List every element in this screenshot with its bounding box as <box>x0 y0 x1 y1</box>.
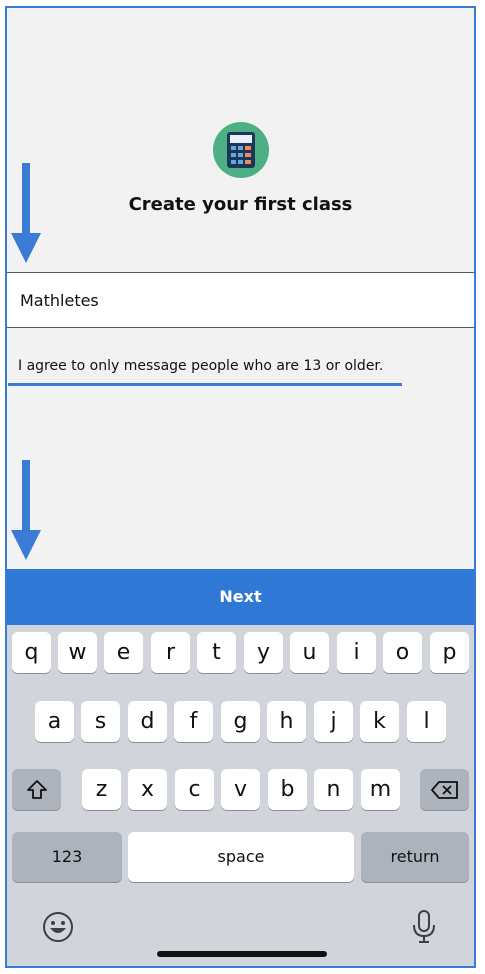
key-q[interactable]: q <box>12 632 51 673</box>
down-arrow-icon <box>11 460 41 560</box>
key-v[interactable]: v <box>221 769 260 810</box>
home-indicator[interactable] <box>157 951 327 957</box>
key-l[interactable]: l <box>407 701 446 742</box>
key-g[interactable]: g <box>221 701 260 742</box>
calculator-logo <box>213 122 269 178</box>
agreement-underline <box>8 383 402 386</box>
calculator-icon <box>227 132 255 168</box>
key-s[interactable]: s <box>81 701 120 742</box>
key-t[interactable]: t <box>197 632 236 673</box>
numbers-key[interactable]: 123 <box>12 832 122 882</box>
keyboard: q w e r t y u i o p a s d f g h j k l z … <box>7 625 474 966</box>
backspace-icon <box>430 781 458 799</box>
delete-key[interactable] <box>420 769 469 810</box>
class-name-input[interactable]: Mathletes <box>7 272 474 328</box>
key-c[interactable]: c <box>175 769 214 810</box>
key-a[interactable]: a <box>35 701 74 742</box>
emoji-icon[interactable] <box>42 911 74 943</box>
class-name-value: Mathletes <box>20 291 99 310</box>
phone-frame: Create your first class Mathletes I agre… <box>5 6 476 968</box>
key-k[interactable]: k <box>360 701 399 742</box>
return-key[interactable]: return <box>361 832 469 882</box>
microphone-icon[interactable] <box>412 910 436 944</box>
key-e[interactable]: e <box>104 632 143 673</box>
key-b[interactable]: b <box>268 769 307 810</box>
key-d[interactable]: d <box>128 701 167 742</box>
key-z[interactable]: z <box>82 769 121 810</box>
key-o[interactable]: o <box>383 632 422 673</box>
page-title: Create your first class <box>128 194 353 215</box>
key-j[interactable]: j <box>314 701 353 742</box>
key-m[interactable]: m <box>361 769 400 810</box>
key-i[interactable]: i <box>337 632 376 673</box>
key-h[interactable]: h <box>267 701 306 742</box>
key-y[interactable]: y <box>244 632 283 673</box>
key-p[interactable]: p <box>430 632 469 673</box>
key-x[interactable]: x <box>128 769 167 810</box>
key-w[interactable]: w <box>58 632 97 673</box>
next-button[interactable]: Next <box>7 569 474 625</box>
app-content: Create your first class Mathletes I agre… <box>7 8 474 568</box>
space-key[interactable]: space <box>128 832 354 882</box>
key-r[interactable]: r <box>151 632 190 673</box>
key-u[interactable]: u <box>290 632 329 673</box>
agreement-text[interactable]: I agree to only message people who are 1… <box>18 358 383 374</box>
shift-key[interactable] <box>12 769 61 810</box>
key-n[interactable]: n <box>314 769 353 810</box>
shift-icon <box>26 780 47 799</box>
key-f[interactable]: f <box>174 701 213 742</box>
